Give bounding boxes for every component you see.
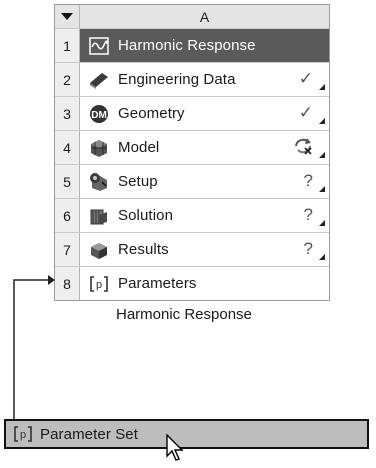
parameters-icon: p [88, 273, 110, 295]
row-model[interactable]: 4 Model [55, 130, 329, 164]
svg-text:p: p [96, 279, 102, 291]
geometry-icon: DM [88, 103, 110, 125]
parameter-set-icon: p [12, 423, 34, 445]
row-results[interactable]: 7 Results ? [55, 232, 329, 266]
cell-label: Harmonic Response [118, 37, 256, 54]
question-mark-icon: ? [303, 205, 313, 224]
update-required-icon [293, 137, 313, 160]
corner-arrow-icon[interactable] [319, 254, 325, 260]
model-icon [88, 137, 110, 159]
row-number: 6 [55, 199, 80, 232]
corner-arrow-icon[interactable] [319, 186, 325, 192]
question-mark-icon: ? [303, 239, 313, 258]
corner-arrow-icon[interactable] [319, 84, 325, 90]
checkmark-icon: ✓ [298, 69, 313, 88]
svg-text:DM: DM [91, 110, 107, 121]
harmonic-response-system: A 1 Harmonic Response 2 Engineering Data… [54, 4, 330, 301]
corner-arrow-icon[interactable] [319, 118, 325, 124]
checkmark-icon: ✓ [298, 103, 313, 122]
cell-label: Solution [118, 207, 174, 224]
cell-label: Geometry [118, 105, 185, 122]
row-number: 8 [55, 267, 80, 300]
cell-label: Model [118, 139, 160, 156]
system-caption: Harmonic Response [116, 306, 252, 323]
row-setup[interactable]: 5 Setup ? [55, 164, 329, 198]
setup-icon [88, 171, 110, 193]
engineering-data-icon [88, 69, 110, 91]
row-number: 4 [55, 131, 80, 164]
corner-arrow-icon[interactable] [319, 220, 325, 226]
row-number: 7 [55, 233, 80, 266]
question-mark-icon: ? [303, 171, 313, 190]
row-parameters[interactable]: 8 p Parameters [55, 266, 329, 300]
harmonic-response-icon [88, 35, 110, 57]
column-header: A [199, 8, 210, 25]
parameter-set-label: Parameter Set [40, 425, 139, 443]
results-icon [88, 239, 110, 261]
svg-text:p: p [20, 429, 26, 441]
solution-icon [88, 205, 110, 227]
cell-label: Parameters [118, 275, 197, 292]
row-number: 1 [55, 29, 80, 62]
mouse-cursor-icon [166, 434, 184, 461]
cell-label: Setup [118, 173, 158, 190]
row-number: 3 [55, 97, 80, 130]
system-header-row: A [55, 5, 329, 28]
row-geometry[interactable]: 3 DM Geometry ✓ [55, 96, 329, 130]
collapse-toggle[interactable] [55, 5, 80, 28]
cell-label: Engineering Data [118, 71, 236, 88]
cell-label: Results [118, 241, 169, 258]
corner-arrow-icon[interactable] [319, 152, 325, 158]
triangle-down-icon [61, 12, 73, 20]
row-solution[interactable]: 6 Solution ? [55, 198, 329, 232]
row-engineering-data[interactable]: 2 Engineering Data ✓ [55, 62, 329, 96]
row-harmonic-response[interactable]: 1 Harmonic Response [55, 28, 329, 62]
row-number: 5 [55, 165, 80, 198]
row-number: 2 [55, 63, 80, 96]
